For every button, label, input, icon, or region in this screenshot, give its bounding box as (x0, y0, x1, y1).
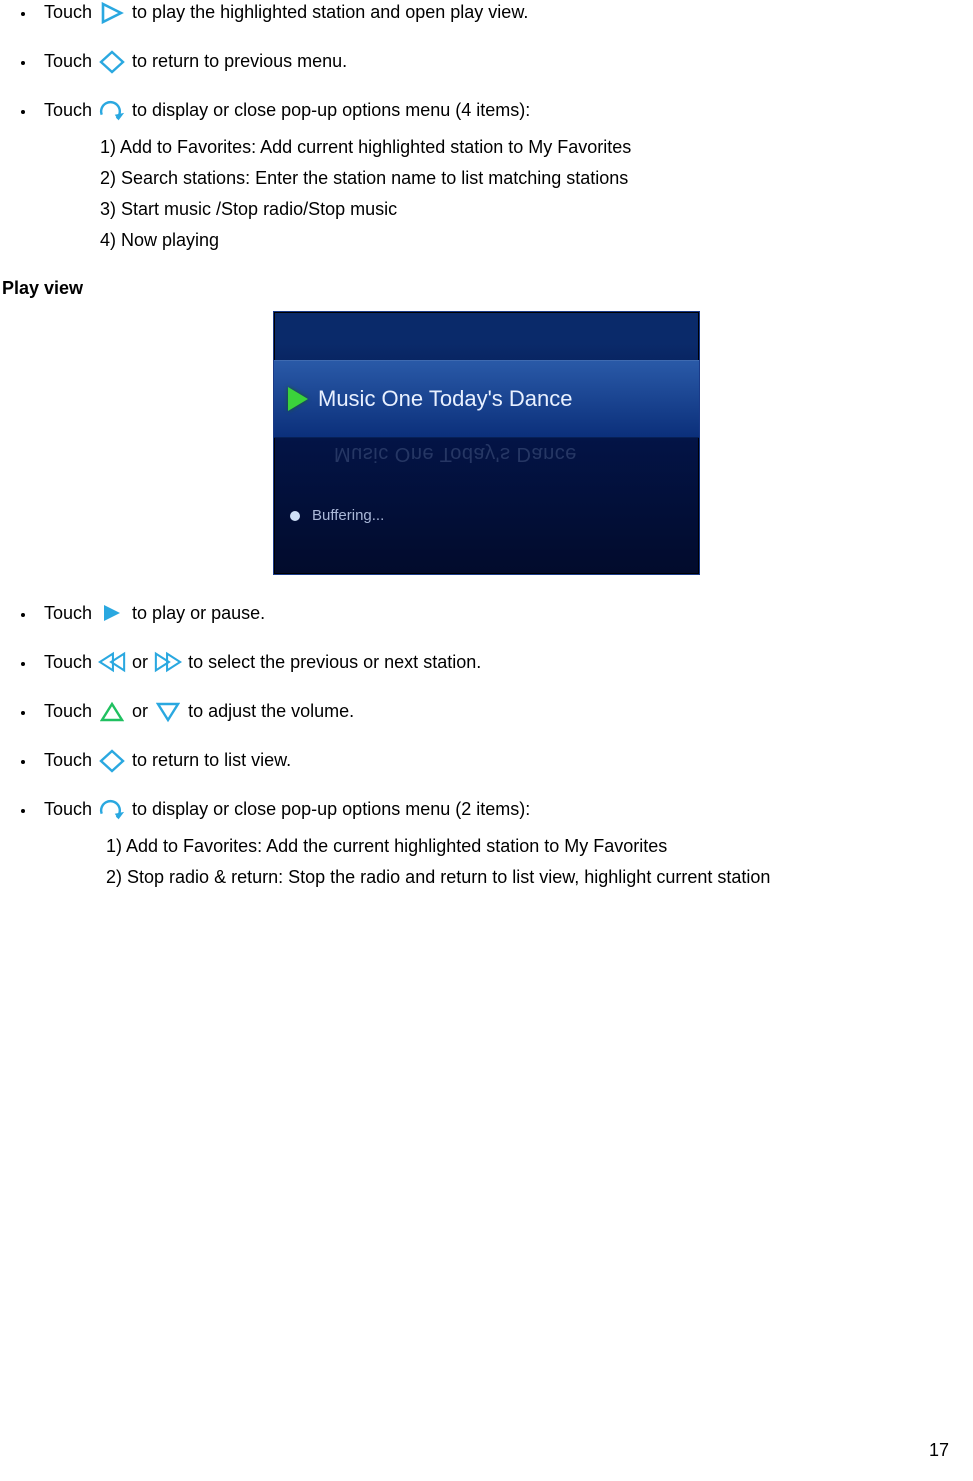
numbered-sublist-2: 1) Add to Favorites: Add the current hig… (94, 833, 973, 891)
list-number: 4) (100, 230, 121, 250)
text: Touch (44, 699, 92, 724)
back-diamond-icon (98, 50, 126, 74)
vol-down-icon (154, 700, 182, 724)
play-solid-icon (98, 601, 126, 625)
list-item: 1) Add to Favorites: Add the current hig… (94, 833, 973, 860)
list-item: 2) Search stations: Enter the station na… (94, 165, 973, 192)
list-number: 2) (100, 168, 121, 188)
text: Touch (44, 0, 92, 25)
page-number: 17 (929, 1440, 949, 1461)
text: Add to Favorites: Add the current highli… (126, 836, 667, 856)
text: Touch (44, 748, 92, 773)
row: Touch or to select the previous or next … (44, 650, 973, 675)
text: Touch (44, 98, 92, 123)
bullet-list-2: Touch to play or pause. Touch or to sele… (0, 601, 973, 891)
row: Touch to display or close pop-up options… (44, 797, 973, 822)
row: Touch to play or pause. (44, 601, 973, 626)
vol-up-icon (98, 700, 126, 724)
now-playing-strip: Music One Today's Dance Music One Today'… (274, 360, 699, 438)
status-dot-icon (290, 511, 300, 521)
list-number: 1) (100, 137, 120, 157)
text: or (132, 699, 148, 724)
prev-icon (98, 650, 126, 674)
list-number: 1) (106, 836, 126, 856)
text: to select the previous or next station. (188, 650, 481, 675)
list-item: Touch to return to previous menu. (36, 49, 973, 74)
player-screenshot: Music One Today's Dance Music One Today'… (273, 311, 700, 575)
list-item: Touch to display or close pop-up options… (36, 797, 973, 890)
page: Touch to play the highlighted station an… (0, 0, 973, 1481)
list-item: Touch to return to list view. (36, 748, 973, 773)
list-item: Touch or to adjust the volume. (36, 699, 973, 724)
text: to return to list view. (132, 748, 291, 773)
text: Touch (44, 650, 92, 675)
text: to display or close pop-up options menu … (132, 797, 530, 822)
options-arrow-icon (98, 99, 126, 123)
text: to display or close pop-up options menu … (132, 98, 530, 123)
row: Touch to return to list view. (44, 748, 973, 773)
back-diamond-icon (98, 749, 126, 773)
text: to play or pause. (132, 601, 265, 626)
text: Touch (44, 49, 92, 74)
screenshot-container: Music One Today's Dance Music One Today'… (0, 311, 973, 575)
station-title: Music One Today's Dance (318, 386, 572, 412)
list-item: 4) Now playing (94, 227, 973, 254)
list-item: 1) Add to Favorites: Add current highlig… (94, 134, 973, 161)
text: to return to previous menu. (132, 49, 347, 74)
play-icon (288, 387, 308, 411)
list-number: 2) (106, 867, 127, 887)
text: Touch (44, 601, 92, 626)
station-title-reflection: Music One Today's Dance (334, 442, 577, 465)
list-item: 2) Stop radio & return: Stop the radio a… (94, 864, 973, 891)
text: Now playing (121, 230, 219, 250)
list-item: 3) Start music /Stop radio/Stop music (94, 196, 973, 223)
play-view-heading: Play view (2, 278, 973, 299)
list-number: 3) (100, 199, 121, 219)
status-row: Buffering... (274, 502, 699, 530)
list-item: Touch to display or close pop-up options… (36, 98, 973, 253)
status-text: Buffering... (312, 507, 384, 524)
row: Touch or to adjust the volume. (44, 699, 973, 724)
list-item: Touch or to select the previous or next … (36, 650, 973, 675)
text: or (132, 650, 148, 675)
numbered-sublist-1: 1) Add to Favorites: Add current highlig… (94, 134, 973, 254)
list-item: Touch to play or pause. (36, 601, 973, 626)
text: to adjust the volume. (188, 699, 354, 724)
list-item: Touch to play the highlighted station an… (36, 0, 973, 25)
play-outline-icon (98, 1, 126, 25)
options-arrow-icon (98, 798, 126, 822)
text: to play the highlighted station and open… (132, 0, 528, 25)
text: Stop radio & return: Stop the radio and … (127, 867, 770, 887)
text: Touch (44, 797, 92, 822)
text: Add to Favorites: Add current highlighte… (120, 137, 631, 157)
next-icon (154, 650, 182, 674)
bullet-list-1: Touch to play the highlighted station an… (0, 0, 973, 254)
text: Search stations: Enter the station name … (121, 168, 628, 188)
text: Start music /Stop radio/Stop music (121, 199, 397, 219)
